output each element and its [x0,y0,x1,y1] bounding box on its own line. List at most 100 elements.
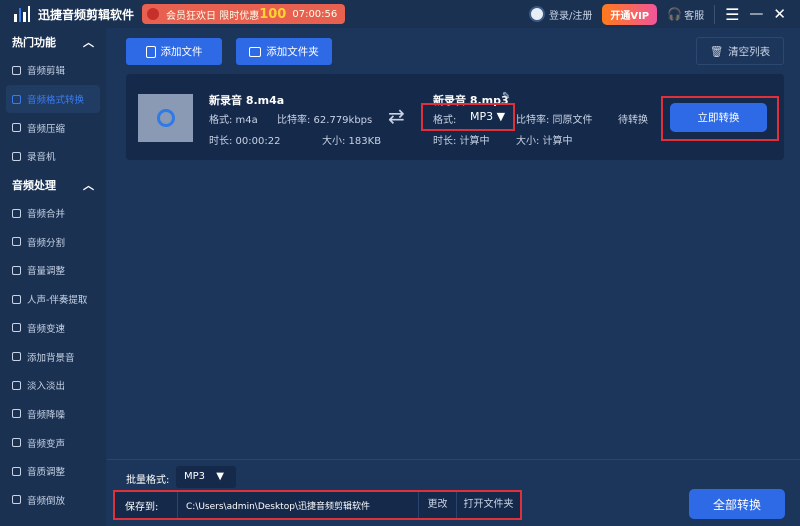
batch-format-select[interactable]: MP3 ▼ [176,466,236,488]
convert-now-button[interactable]: 立即转换 [670,103,767,132]
highlight-format [421,103,515,131]
output-bitrate: 比特率: 同原文件 [516,115,593,126]
voice-change-icon [12,438,21,448]
sidebar-item-label: 音频压缩 [27,123,66,135]
clear-label: 清空列表 [728,45,771,58]
promo-timer: 07:00:56 [292,8,338,20]
output-duration: 时长: 计算中 [433,136,490,147]
vip-button[interactable]: 开通VIP [602,3,658,25]
sidebar-item-speed[interactable]: 音频变速 [0,314,106,343]
caret-down-icon: ▼ [216,471,224,482]
music-disc-icon [156,109,175,127]
sidebar-item-label: 音频倒放 [27,495,66,507]
recorder-icon [12,151,21,161]
app-title: 迅捷音频剪辑软件 [38,7,135,22]
batch-format-label: 批量格式: [126,475,170,486]
fade-icon [12,380,21,390]
add-file-button[interactable]: 添加文件 [126,38,222,65]
sidebar-item-label: 音频变速 [27,323,66,335]
source-duration: 时长: 00:00:22 [209,136,281,147]
split-icon [12,237,21,247]
convert-all-button[interactable]: 全部转换 [689,489,785,519]
section-processing[interactable]: 音频处理 ︿ [0,171,106,199]
audio-thumbnail [138,94,193,142]
sidebar-item-recorder[interactable]: 录音机 [0,142,106,171]
add-file-label: 添加文件 [160,46,203,58]
sidebar-item-label: 音量调整 [27,266,66,278]
sidebar-item-voice-change[interactable]: 音频变声 [0,428,106,457]
sidebar-item-fade[interactable]: 淡入淡出 [0,371,106,400]
sidebar-item-label: 音频格式转换 [27,95,85,107]
sidebar-item-label: 音频变声 [27,438,66,450]
file-row: 新录音 8.m4a 格式: m4a 比特率: 62.779kbps 时长: 00… [126,74,784,160]
sidebar-item-quality[interactable]: 音质调整 [0,457,106,486]
trash-icon: 🗑 [709,45,724,58]
sidebar-item-format-convert[interactable]: 音频格式转换 [6,84,100,114]
status-text: 待转换 [618,115,648,126]
clear-list-button[interactable]: 🗑 清空列表 [696,37,784,65]
sidebar-item-label: 音频剪辑 [27,66,66,78]
sidebar-item-label: 音频降噪 [27,409,66,421]
sidebar-item-label: 音频合并 [27,209,66,221]
convert-icon [12,94,21,104]
chevron-up-icon: ︿ [83,178,94,192]
sidebar-item-compress[interactable]: 音频压缩 [0,113,106,142]
source-format: 格式: m4a [209,115,258,126]
sidebar-item-label: 添加背景音 [27,352,75,364]
save-path-bar: 保存到: C:\Users\admin\Desktop\迅捷音频剪辑软件 更改 … [113,490,522,520]
gift-icon [147,8,160,20]
sidebar-item-bgm[interactable]: 添加背景音 [0,342,106,371]
sidebar-item-label: 音频分割 [27,237,66,249]
sidebar-item-label: 淡入淡出 [27,381,66,393]
title-bar: 迅捷音频剪辑软件 会员狂欢日 限时优惠 100 07:00:56 登录/注册 开通V… [0,0,800,28]
promo-banner[interactable]: 会员狂欢日 限时优惠 100 07:00:56 [142,4,346,24]
volume-icon [12,265,21,275]
menu-icon[interactable]: ☰ [714,4,739,24]
sidebar-item-merge[interactable]: 音频合并 [0,199,106,228]
sidebar-item-reverse[interactable]: 音频倒放 [0,486,106,515]
sidebar-item-volume[interactable]: 音量调整 [0,256,106,285]
sidebar-item-split[interactable]: 音频分割 [0,227,106,256]
section-hot[interactable]: 热门功能 ︿ [0,28,106,56]
service-link[interactable]: 客服 [684,7,704,22]
batch-format-value: MP3 [184,471,206,482]
sidebar-item-vocal-extract[interactable]: 人声-伴奏提取 [0,285,106,314]
save-to-label: 保存到: [125,501,159,513]
sidebar-item-label: 音质调整 [27,467,66,479]
chevron-up-icon: ︿ [83,36,94,49]
divider [107,459,800,460]
vocal-extract-icon [12,294,21,304]
output-size: 大小: 计算中 [516,136,573,147]
save-path-field[interactable]: C:\Users\admin\Desktop\迅捷音频剪辑软件 [177,492,418,518]
denoise-icon [12,409,21,419]
promo-text: 会员狂欢日 限时优惠 [166,10,260,22]
add-folder-button[interactable]: 添加文件夹 [236,38,332,65]
avatar[interactable] [528,6,545,22]
close-icon[interactable]: ✕ [773,5,786,23]
headset-icon: 🎧 [667,7,683,21]
section-title: 音频处理 [12,178,56,192]
login-link[interactable]: 登录/注册 [549,7,592,22]
sidebar-item-denoise[interactable]: 音频降噪 [0,400,106,429]
source-filename: 新录音 8.m4a [209,94,285,107]
speed-icon [12,323,21,333]
add-folder-label: 添加文件夹 [266,46,319,58]
section-title: 热门功能 [12,36,56,49]
quality-icon [12,466,21,476]
reverse-icon [12,495,21,505]
file-plus-icon [145,45,156,58]
source-size: 大小: 183KB [322,136,382,147]
edit-icon[interactable]: ✎ [502,91,510,102]
sidebar-item-audio-cut[interactable]: 音频剪辑 [0,56,106,85]
compress-icon [12,123,21,133]
source-bitrate: 比特率: 62.779kbps [277,115,373,126]
merge-icon [12,208,21,218]
app-logo-icon [14,6,30,22]
sidebar-item-label: 录音机 [27,152,56,164]
open-folder-button[interactable]: 打开文件夹 [456,492,520,518]
change-button[interactable]: 更改 [418,492,456,518]
convert-arrows-icon: ⇄ [388,104,405,128]
minimize-icon[interactable]: — [749,6,763,22]
sidebar: 热门功能 ︿ 音频剪辑 音频格式转换 音频压缩 录音机 音频处理 ︿ 音频合并音频分… [0,28,106,526]
sidebar-item-label: 人声-伴奏提取 [27,295,88,307]
